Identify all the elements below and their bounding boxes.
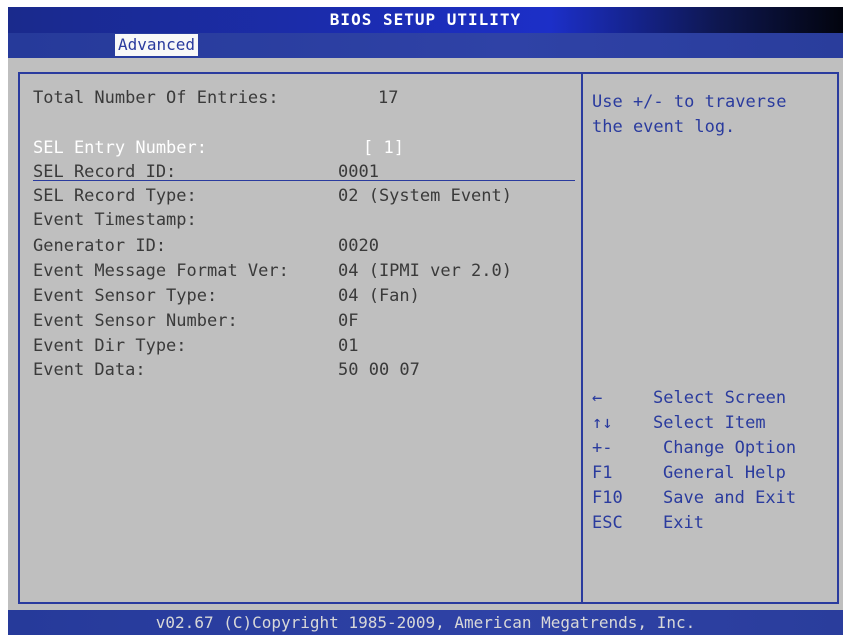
- field-value: 0F: [338, 311, 359, 331]
- help-text: Use +/- to traverse the event log.: [592, 92, 787, 137]
- field-label: Event Message Format Ver:: [33, 261, 289, 281]
- title-bar: BIOS SETUP UTILITY: [8, 7, 843, 33]
- field-value: 04 (IPMI ver 2.0): [338, 261, 512, 281]
- field-value: 02 (System Event): [338, 186, 512, 206]
- copyright-text: v02.67 (C)Copyright 1985-2009, American …: [155, 613, 696, 632]
- main-panel: Total Number Of Entries: 17 SEL Entry Nu…: [8, 58, 843, 610]
- field-value: 01: [338, 336, 359, 356]
- key-label: F1: [592, 463, 613, 483]
- total-entries-value: 17: [378, 88, 399, 108]
- key-desc: Change Option: [663, 438, 797, 458]
- field-label: Generator ID:: [33, 236, 167, 256]
- key-desc: Exit: [663, 513, 704, 533]
- sel-entry-number-input[interactable]: [ 1]: [363, 136, 404, 160]
- field-label: Event Timestamp:: [33, 210, 197, 230]
- key-desc: Select Item: [653, 413, 766, 433]
- field-label: SEL Record Type:: [33, 186, 197, 206]
- field-label: Event Dir Type:: [33, 336, 187, 356]
- field-label: Event Sensor Type:: [33, 286, 218, 306]
- arrow-left-icon: ←: [592, 388, 603, 408]
- footer-bar: v02.67 (C)Copyright 1985-2009, American …: [8, 610, 843, 635]
- field-value: 04 (Fan): [338, 286, 420, 306]
- menu-bar: Advanced: [8, 33, 843, 58]
- field-label: SEL Entry Number:: [33, 138, 207, 158]
- field-value: 0020: [338, 236, 379, 256]
- field-label: SEL Record ID:: [33, 162, 177, 182]
- key-label: F10: [592, 488, 623, 508]
- panel-divider: [581, 72, 583, 604]
- key-desc: General Help: [663, 463, 786, 483]
- key-desc: Select Screen: [653, 388, 787, 408]
- tab-advanced[interactable]: Advanced: [115, 34, 199, 56]
- window-title: BIOS SETUP UTILITY: [329, 10, 522, 29]
- field-value: 50 00 07: [338, 360, 420, 380]
- arrow-up-down-icon: ↑↓: [592, 413, 613, 433]
- plus-minus-icon: +-: [592, 438, 613, 458]
- key-label: ESC: [592, 513, 623, 533]
- total-entries-label: Total Number Of Entries:: [33, 88, 279, 108]
- field-label: Event Sensor Number:: [33, 311, 238, 331]
- field-label: Event Data:: [33, 360, 146, 380]
- field-value: 0001: [338, 162, 379, 182]
- key-desc: Save and Exit: [663, 488, 797, 508]
